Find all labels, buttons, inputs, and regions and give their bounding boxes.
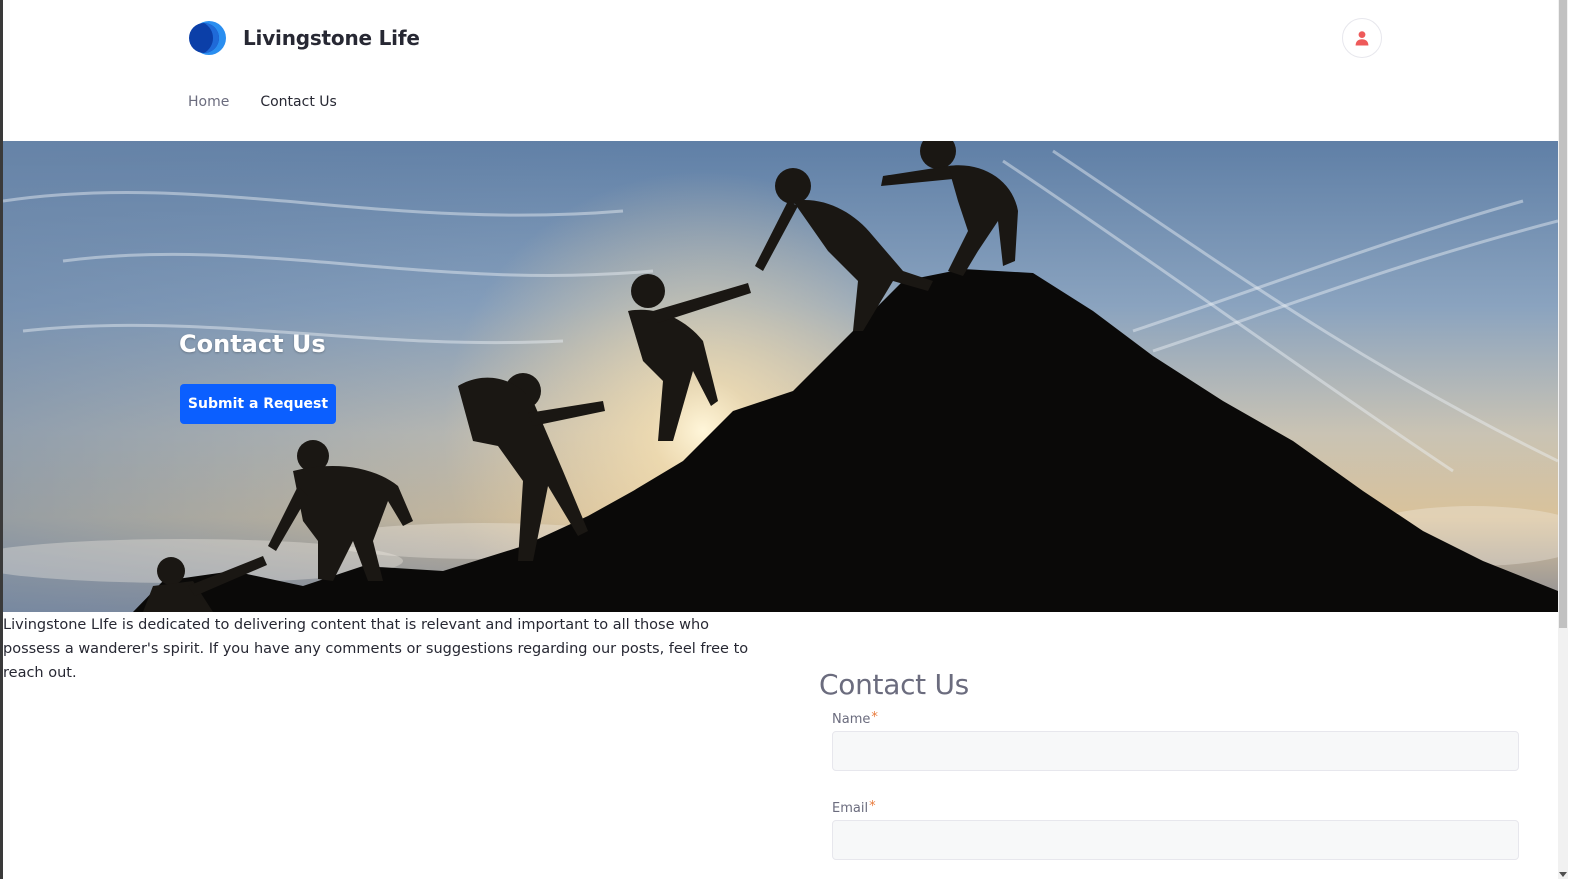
site-name: Livingstone Life bbox=[243, 26, 420, 50]
page: Livingstone Life Home Contact Us Contact… bbox=[3, 0, 1558, 879]
required-mark: * bbox=[869, 799, 876, 814]
email-label-text: Email bbox=[832, 801, 869, 816]
name-input[interactable] bbox=[832, 731, 1519, 771]
scroll-down-arrow-icon[interactable] bbox=[1559, 872, 1567, 877]
email-input[interactable] bbox=[832, 820, 1519, 860]
site-header: Livingstone Life Home Contact Us bbox=[3, 0, 1558, 141]
site-logo-link[interactable]: Livingstone Life bbox=[188, 20, 420, 56]
submit-request-button[interactable]: Submit a Request bbox=[180, 384, 336, 424]
required-mark: * bbox=[871, 710, 878, 725]
vertical-scrollbar[interactable] bbox=[1558, 0, 1568, 879]
nav-item-contact-us[interactable]: Contact Us bbox=[260, 92, 336, 112]
scrollbar-thumb[interactable] bbox=[1559, 0, 1567, 628]
intro-text: Livingstone LIfe is dedicated to deliver… bbox=[3, 617, 749, 681]
user-icon bbox=[1355, 31, 1369, 46]
name-field-label: Name* bbox=[832, 710, 878, 727]
hero-title: Contact Us bbox=[179, 330, 326, 358]
hero-banner: Contact Us Submit a Request bbox=[3, 141, 1558, 612]
email-field-label: Email* bbox=[832, 799, 876, 816]
user-menu-button[interactable] bbox=[1342, 18, 1382, 58]
name-label-text: Name bbox=[832, 712, 871, 727]
hero-background-image bbox=[3, 141, 1558, 612]
main-navigation: Home Contact Us bbox=[188, 92, 368, 112]
nav-item-home[interactable]: Home bbox=[188, 92, 229, 112]
site-logo-icon bbox=[188, 20, 226, 56]
window-right-gutter bbox=[1568, 0, 1596, 879]
form-title: Contact Us bbox=[819, 668, 969, 701]
